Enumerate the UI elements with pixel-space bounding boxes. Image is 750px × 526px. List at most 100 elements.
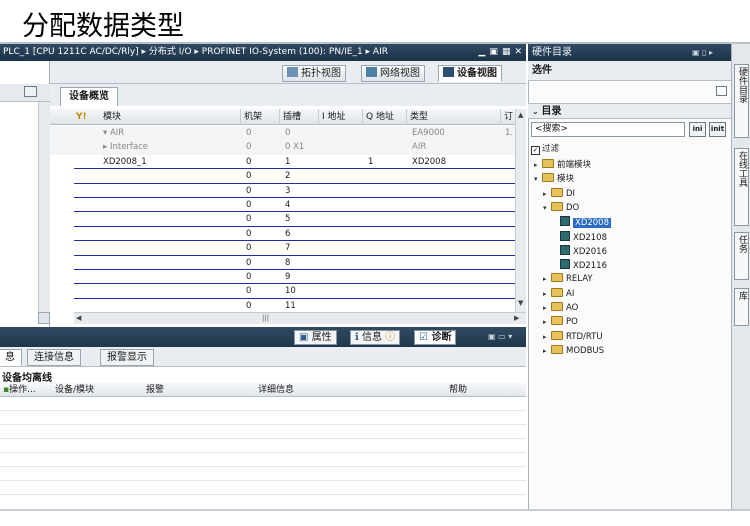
col-type[interactable]: 类型 — [406, 109, 428, 125]
col-help[interactable]: 帮助 — [449, 383, 467, 397]
tree-item[interactable]: XD2108 — [552, 230, 607, 244]
rail-tab-tasks[interactable]: 任务 — [734, 232, 749, 280]
rail-tab-online-tools[interactable]: 在线工具 — [734, 148, 749, 226]
col-module[interactable]: 模块 — [100, 109, 121, 125]
tree-item[interactable]: ▸ DI — [543, 187, 575, 201]
table-row[interactable]: 03 — [50, 184, 515, 198]
cell-module — [100, 169, 103, 183]
scroll-down-icon[interactable]: ▼ — [518, 299, 523, 307]
selection-expand-icon[interactable] — [716, 86, 727, 96]
tab-info[interactable]: ℹ 信息 ⓘ — [350, 330, 401, 345]
scroll-left-icon[interactable]: ◀ — [76, 314, 81, 322]
tree-item[interactable]: XD2008 — [552, 216, 611, 229]
left-scroll-corner[interactable] — [38, 312, 50, 324]
expand-icon[interactable]: ▸ — [543, 302, 551, 314]
cell-module — [100, 241, 103, 255]
catalog-section-header[interactable]: ⌄ 目录 — [528, 103, 731, 119]
table-row[interactable]: 08 — [50, 256, 515, 270]
left-scrollbar[interactable] — [38, 102, 50, 312]
filter-checkbox[interactable]: ✓ 过滤 — [531, 143, 559, 156]
tab-properties[interactable]: ▣ 属性 — [294, 330, 337, 345]
scroll-right-icon[interactable]: ▶ — [514, 314, 519, 322]
table-row[interactable]: 09 — [50, 270, 515, 284]
tab-network-view[interactable]: 网络视图 — [361, 65, 425, 82]
table-row[interactable]: 0 10 — [50, 284, 515, 298]
col-alarm[interactable]: 报警 — [146, 383, 164, 397]
table-row[interactable]: 07 — [50, 241, 515, 255]
cell-type — [409, 169, 412, 183]
tree-item-label: XD2016 — [573, 246, 607, 257]
expand-icon[interactable]: ▸ — [543, 345, 551, 357]
expand-icon[interactable]: ▸ — [543, 331, 551, 343]
col-device-module[interactable]: 设备/模块 — [55, 383, 94, 397]
float-icon[interactable]: ▣ — [489, 44, 498, 61]
tree-item[interactable]: XD2016 — [552, 244, 607, 258]
tree-item[interactable]: ▸ RELAY — [543, 273, 593, 286]
search-up-button[interactable]: init — [709, 122, 726, 137]
col-order[interactable]: 订 — [500, 109, 513, 125]
filter-icon[interactable]: Y! — [76, 112, 87, 122]
tree-item[interactable]: ▸ RTD/RTU — [543, 330, 603, 344]
inspector-window-controls[interactable]: ▣ ▭ ▾ — [488, 332, 512, 341]
collapse-icon[interactable]: ▾ — [543, 202, 551, 214]
col-q-address[interactable]: Q 地址 — [362, 109, 394, 125]
scroll-up-icon[interactable]: ▲ — [518, 111, 523, 119]
collapse-icon[interactable]: ▾ — [534, 173, 542, 185]
tab-diagnostics[interactable]: ☑ 诊断 — [414, 330, 457, 345]
table-row[interactable]: 05 — [50, 212, 515, 226]
tree-item[interactable]: XD2116 — [552, 259, 607, 272]
expand-icon[interactable]: ▸ — [534, 159, 542, 171]
cell-slot: 11 — [285, 300, 296, 311]
selection-section-header[interactable]: 选件 — [528, 61, 731, 81]
cell-rack: 0 — [246, 214, 252, 225]
catalog-window-controls[interactable]: ▣ ▯ ▸ — [692, 44, 713, 61]
search-down-button[interactable]: ini — [689, 122, 706, 137]
tab-device-view[interactable]: 设备视图 — [438, 65, 502, 82]
table-row[interactable]: XD2008_1 0 1 1 XD2008 — [50, 155, 515, 169]
cell-rack: 0 — [246, 286, 252, 297]
tree-item[interactable]: ▸ AO — [543, 302, 578, 315]
table-row[interactable]: 0 11 — [50, 299, 515, 312]
catalog-search-input[interactable]: <搜索> — [531, 122, 685, 137]
overview-toggle-icon[interactable] — [24, 86, 37, 97]
table-horizontal-scrollbar[interactable]: ◀ ||| ▶ — [74, 312, 526, 324]
tree-item-label: 前端模块 — [557, 160, 592, 170]
expand-icon[interactable]: ▸ — [543, 288, 551, 300]
tab-topology-view[interactable]: 拓扑视图 — [282, 65, 346, 82]
table-row[interactable]: ▾ AIR 0 0 EA9000 1. — [50, 126, 515, 141]
table-row[interactable]: 04 — [50, 198, 515, 212]
tab-alarm-display[interactable]: 报警显示 — [100, 349, 154, 366]
expand-icon[interactable]: ▸ — [543, 273, 551, 285]
tree-item[interactable]: ▸ 前端模块 — [534, 159, 591, 172]
topology-icon — [287, 67, 298, 77]
tree-item[interactable]: ▸ PO — [543, 316, 578, 329]
scroll-grip[interactable]: ||| — [262, 314, 269, 322]
table-row[interactable]: 06 — [50, 227, 515, 241]
col-details[interactable]: 详细信息 — [258, 383, 294, 397]
rail-tab-libraries[interactable]: 库 — [734, 288, 749, 326]
expand-icon[interactable]: ▸ — [543, 188, 551, 200]
expand-icon[interactable]: ▸ — [543, 316, 551, 328]
cell-rack: 0 — [246, 185, 252, 196]
tree-item[interactable]: ▸ MODBUS — [543, 344, 604, 358]
col-slot[interactable]: 插槽 — [279, 109, 301, 125]
tab-connection-info[interactable]: 连接信息 — [27, 349, 81, 366]
tree-item[interactable]: ▾ DO — [543, 201, 579, 215]
minimize-icon[interactable]: ▁ — [479, 44, 486, 61]
tree-item[interactable]: ▾ 模块 — [534, 173, 574, 186]
catalog-titlebar: 硬件目录 ▣ ▯ ▸ — [528, 44, 731, 61]
rail-tab-hardware-catalog[interactable]: 硬件目录 — [734, 64, 749, 138]
col-i-address[interactable]: I 地址 — [318, 109, 346, 125]
maximize-icon[interactable]: ▦ — [502, 44, 511, 61]
tree-item[interactable]: ▸ AI — [543, 287, 574, 301]
cell-i-address — [321, 155, 324, 169]
tab-device-info[interactable]: 息 — [0, 349, 22, 366]
close-icon[interactable]: ✕ — [514, 44, 522, 61]
col-operation[interactable]: ▪操作... — [3, 383, 36, 397]
table-row[interactable]: ▸ Interface 0 0 X1 AIR — [50, 140, 515, 155]
cell-slot: 0 — [285, 128, 291, 138]
table-vertical-scrollbar[interactable]: ▲ ▼ — [515, 109, 526, 312]
table-row[interactable]: 02 — [50, 169, 515, 183]
col-rack[interactable]: 机架 — [240, 109, 262, 125]
tab-device-overview[interactable]: 设备概览 — [60, 87, 118, 106]
